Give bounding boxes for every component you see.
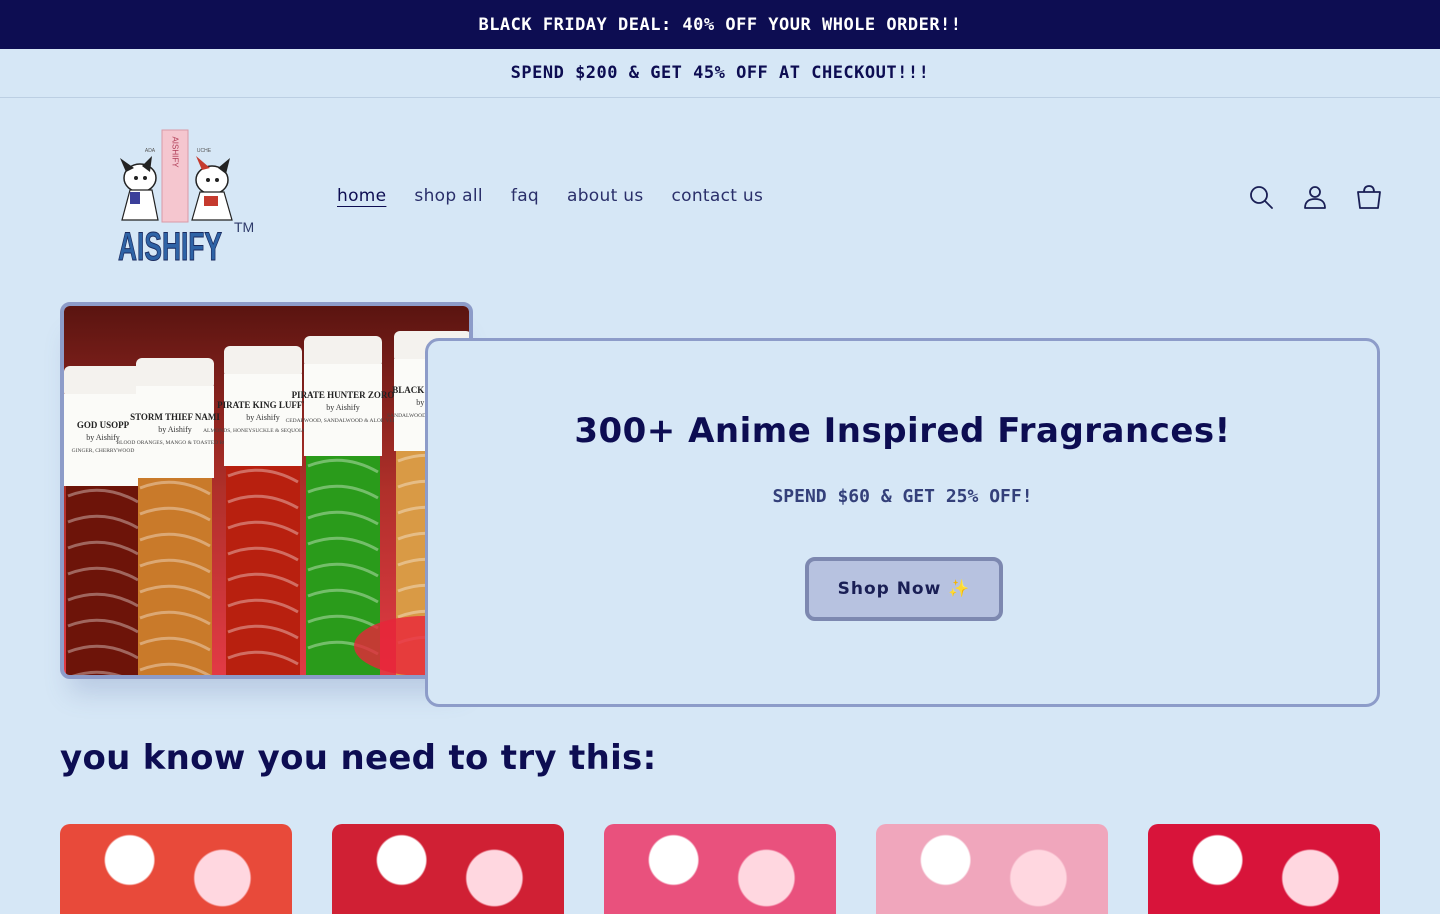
hero-image: GOD USOPP by Aishify GINGER, CHERRYWOOD STO… [60, 302, 473, 679]
brand-logo[interactable]: AISHIFY ADA UCHE AISHIFY TM [112, 128, 257, 270]
nav-faq[interactable]: faq [511, 186, 539, 206]
bottle-by: by Aishify [246, 413, 280, 422]
nav-home[interactable]: home [337, 186, 386, 206]
bottle-name: PIRATE KING LUFFY [217, 400, 309, 410]
hero-card: 300+ Anime Inspired Fragrances! SPEND $6… [425, 338, 1380, 707]
product-card[interactable] [332, 824, 564, 914]
product-grid [60, 824, 1380, 914]
nav-shop-all[interactable]: shop all [414, 186, 483, 206]
hero-title: 300+ Anime Inspired Fragrances! [574, 411, 1231, 451]
logo-wordmark: AISHIFY [118, 225, 222, 268]
product-card[interactable] [604, 824, 836, 914]
bottle-by: by Aishify [158, 425, 192, 434]
nav-contact-us[interactable]: contact us [671, 186, 763, 206]
announcement-bar-sub: SPEND $200 & GET 45% OFF AT CHECKOUT!!! [0, 49, 1440, 98]
bottle-name: PIRATE HUNTER ZORO [292, 390, 395, 400]
logo-label-left: ADA [145, 148, 156, 154]
announcement-top-text: BLACK FRIDAY DEAL: 40% OFF YOUR WHOLE OR… [478, 14, 962, 35]
bottle-notes: GINGER, CHERRYWOOD [72, 448, 135, 454]
nav-about-us[interactable]: about us [567, 186, 643, 206]
site-header: AISHIFY ADA UCHE AISHIFY TM home shop al… [0, 98, 1440, 298]
cart-icon[interactable] [1356, 184, 1382, 210]
search-icon[interactable] [1248, 184, 1274, 210]
hero-subtitle: SPEND $60 & GET 25% OFF! [772, 486, 1033, 507]
bottle-by: by Aishify [86, 433, 120, 442]
bottle-notes: BLOOD ORANGES, MANGO & TOASTED ROSE [116, 440, 234, 446]
section-title: you know you need to try this: [60, 738, 657, 778]
bottle-name: STORM THIEF NAMI [130, 412, 220, 422]
logo-label-right: UCHE [197, 148, 212, 154]
bottle-name: GOD USOPP [77, 420, 130, 430]
logo-tm: TM [234, 219, 254, 235]
account-icon[interactable] [1302, 184, 1328, 210]
product-card[interactable] [876, 824, 1108, 914]
announcement-bar-top: BLACK FRIDAY DEAL: 40% OFF YOUR WHOLE OR… [0, 0, 1440, 49]
bottle-notes: CEDARWOOD, SANDALWOOD & ALOE VERA [286, 418, 401, 424]
bottle-by: by Aishify [326, 403, 360, 412]
header-icons [1248, 184, 1382, 210]
main-nav: home shop all faq about us contact us [337, 186, 763, 206]
logo-tube-text: AISHIFY [171, 136, 180, 168]
hero-bottles-photo: GOD USOPP by Aishify GINGER, CHERRYWOOD STO… [64, 306, 469, 675]
announcement-sub-text: SPEND $200 & GET 45% OFF AT CHECKOUT!!! [510, 63, 930, 83]
shop-now-button[interactable]: Shop Now ✨ [805, 557, 1003, 621]
product-card[interactable] [1148, 824, 1380, 914]
product-card[interactable] [60, 824, 292, 914]
